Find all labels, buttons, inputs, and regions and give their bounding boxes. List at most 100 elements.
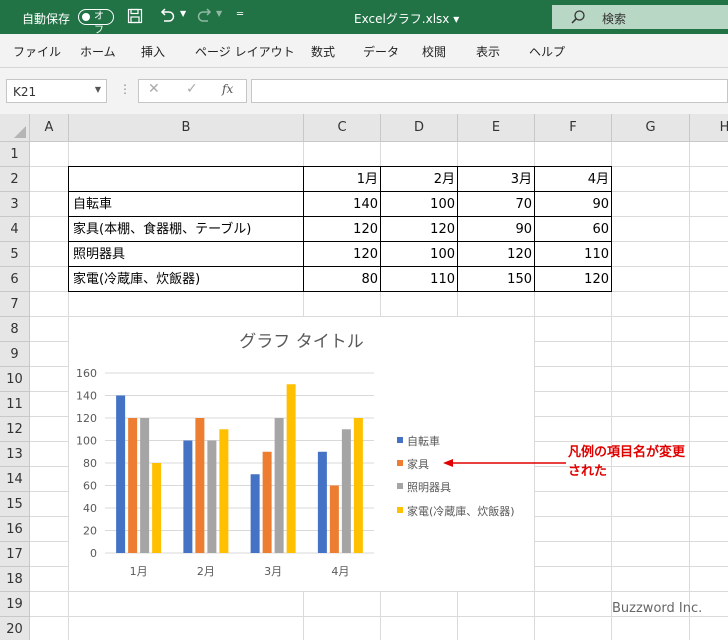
table-cell[interactable]: 90 [535, 192, 612, 217]
tab-home[interactable]: ホーム [80, 43, 116, 60]
enter-icon[interactable]: ✓ [186, 81, 198, 97]
table-cell[interactable]: 150 [458, 267, 535, 292]
select-all-button[interactable] [0, 114, 30, 142]
row-header-5[interactable]: 5 [0, 242, 30, 267]
undo-icon[interactable] [158, 7, 176, 28]
tab-page-layout[interactable]: ページ レイアウト [195, 43, 295, 60]
table-row-label[interactable]: 自転車 [69, 192, 304, 217]
spreadsheet-grid[interactable]: A B C D E F G H 1 2 3 4 5 6 7 8 9 10 11 12 13 14 15 16 17 18 19 20 1… [0, 114, 728, 640]
file-name[interactable]: Excelグラフ.xlsx ▾ [354, 10, 459, 27]
formula-input[interactable] [251, 79, 728, 103]
row-header-2[interactable]: 2 [0, 167, 30, 192]
autosave-toggle[interactable]: オフ [78, 9, 114, 36]
name-box[interactable]: K21 ▼ [6, 79, 107, 103]
row-header-16[interactable]: 16 [0, 517, 30, 542]
table-cell[interactable]: 120 [458, 242, 535, 267]
row-header-4[interactable]: 4 [0, 217, 30, 242]
table-cell[interactable]: 120 [304, 217, 381, 242]
row-header-15[interactable]: 15 [0, 492, 30, 517]
bar[interactable] [207, 440, 217, 554]
tab-formulas[interactable]: 数式 [311, 43, 335, 60]
search-box[interactable]: 検索 [552, 5, 728, 29]
table-cell[interactable]: 100 [381, 192, 458, 217]
table-cell[interactable]: 110 [381, 267, 458, 292]
table-cell[interactable]: 60 [535, 217, 612, 242]
redo-icon[interactable] [196, 7, 214, 28]
tab-data[interactable]: データ [363, 43, 399, 60]
bar[interactable] [317, 451, 327, 553]
table-cell[interactable]: 140 [304, 192, 381, 217]
row-header-9[interactable]: 9 [0, 342, 30, 367]
chart-area[interactable]: グラフ タイトル 0 20 40 60 80 100 120 140 160 1月 2月 3月 4月 自転車… [69, 317, 534, 591]
save-icon[interactable] [127, 8, 143, 27]
column-header-c[interactable]: C [304, 114, 381, 142]
row-header-10[interactable]: 10 [0, 367, 30, 392]
table-header-cell[interactable]: 1月 [304, 167, 381, 192]
cancel-icon[interactable]: ✕ [148, 81, 160, 97]
row-header-12[interactable]: 12 [0, 417, 30, 442]
tab-review[interactable]: 校閲 [422, 43, 446, 60]
table-cell[interactable]: 70 [458, 192, 535, 217]
row-header-18[interactable]: 18 [0, 567, 30, 592]
bar[interactable] [128, 418, 138, 553]
bar[interactable] [341, 429, 351, 553]
bar[interactable] [250, 474, 260, 553]
table-cell[interactable]: 120 [381, 217, 458, 242]
y-tick-label: 80 [83, 457, 97, 470]
autosave-label: 自動保存 [22, 12, 71, 26]
table-cell[interactable]: 100 [381, 242, 458, 267]
more-icon[interactable]: ⋮ [119, 82, 131, 96]
table-row-label[interactable]: 家具(本棚、食器棚、テーブル) [69, 217, 304, 242]
bar[interactable] [219, 429, 229, 553]
column-header-b[interactable]: B [69, 114, 304, 142]
tab-view[interactable]: 表示 [476, 43, 500, 60]
redo-dropdown-icon[interactable]: ▼ [216, 9, 222, 18]
row-header-1[interactable]: 1 [0, 142, 30, 167]
name-box-value: K21 [13, 85, 37, 99]
tab-file[interactable]: ファイル [13, 43, 61, 60]
undo-dropdown-icon[interactable]: ▼ [180, 9, 186, 18]
column-header-f[interactable]: F [535, 114, 612, 142]
table-cell[interactable]: 80 [304, 267, 381, 292]
row-header-3[interactable]: 3 [0, 192, 30, 217]
bar[interactable] [195, 418, 205, 553]
row-header-19[interactable]: 19 [0, 592, 30, 617]
bar[interactable] [116, 395, 126, 554]
table-header-cell[interactable]: 4月 [535, 167, 612, 192]
row-header-11[interactable]: 11 [0, 392, 30, 417]
chevron-down-icon[interactable]: ▼ [95, 85, 101, 94]
row-header-17[interactable]: 17 [0, 542, 30, 567]
tab-help[interactable]: ヘルプ [529, 43, 565, 60]
row-header-13[interactable]: 13 [0, 442, 30, 467]
bar[interactable] [274, 418, 284, 553]
row-header-8[interactable]: 8 [0, 317, 30, 342]
table-row-label[interactable]: 家電(冷蔵庫、炊飯器) [69, 267, 304, 292]
bar[interactable] [152, 463, 162, 553]
table-cell[interactable]: 110 [535, 242, 612, 267]
row-header-7[interactable]: 7 [0, 292, 30, 317]
table-header-cell[interactable]: 3月 [458, 167, 535, 192]
column-header-a[interactable]: A [30, 114, 69, 142]
table-cell[interactable]: 120 [535, 267, 612, 292]
bar[interactable] [183, 440, 193, 554]
row-header-14[interactable]: 14 [0, 467, 30, 492]
y-tick-label: 0 [90, 547, 97, 560]
table-row-label[interactable]: 照明器具 [69, 242, 304, 267]
bar[interactable] [329, 485, 339, 554]
column-header-h[interactable]: H [690, 114, 728, 142]
row-header-20[interactable]: 20 [0, 617, 30, 640]
column-header-g[interactable]: G [612, 114, 690, 142]
table-cell[interactable]: 90 [458, 217, 535, 242]
insert-function-icon[interactable]: fx [222, 82, 233, 96]
table-header-cell[interactable]: 2月 [381, 167, 458, 192]
column-header-d[interactable]: D [381, 114, 458, 142]
bar[interactable] [262, 451, 272, 553]
tab-insert[interactable]: 挿入 [141, 43, 165, 60]
bar[interactable] [286, 384, 296, 553]
row-header-6[interactable]: 6 [0, 267, 30, 292]
bar[interactable] [353, 418, 363, 553]
table-cell[interactable]: 120 [304, 242, 381, 267]
customize-toolbar-icon[interactable]: ═ [237, 9, 243, 20]
bar[interactable] [140, 418, 150, 553]
column-header-e[interactable]: E [458, 114, 535, 142]
